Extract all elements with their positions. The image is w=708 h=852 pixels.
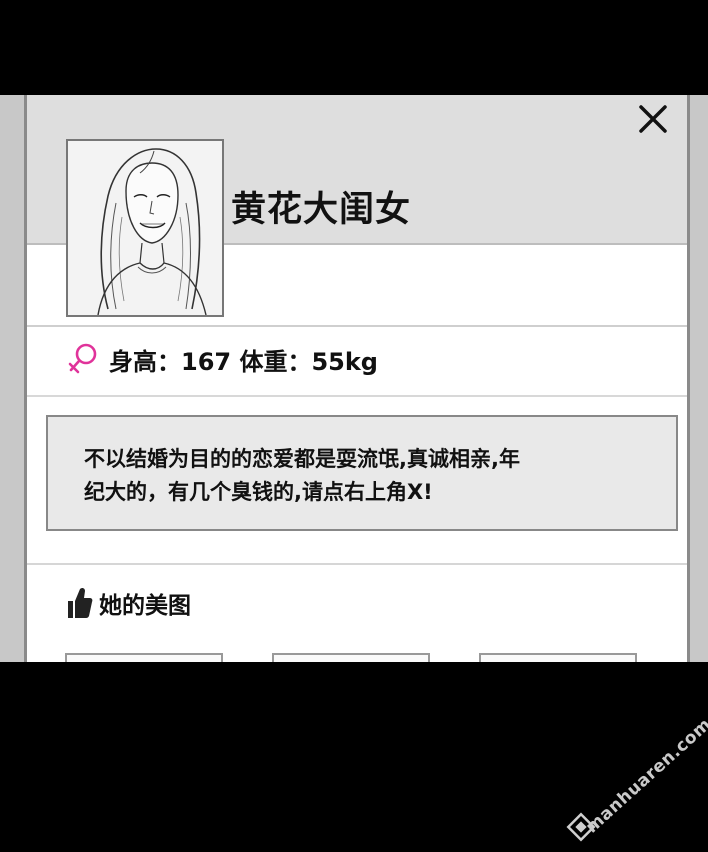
photo-thumbnail[interactable] — [479, 653, 637, 662]
photos-title: 她的美图 — [99, 593, 191, 619]
photo-thumbnail[interactable] — [272, 653, 430, 662]
profile-card: 黄花大闺女 身高：167 体重：55kg 不以结婚为目的的恋爱都是耍流氓,真诚相… — [27, 95, 687, 662]
right-frame-edge — [687, 95, 708, 662]
divider — [27, 395, 687, 397]
divider — [27, 563, 687, 565]
bio-line: 纪大的，有几个臭钱的,请点右上角X! — [84, 480, 433, 504]
photo-thumbnail[interactable] — [65, 653, 223, 662]
left-frame-edge — [0, 95, 27, 662]
profile-name: 黄花大闺女 — [231, 190, 412, 230]
watermark-text: manhuaren.com — [582, 714, 708, 838]
close-icon[interactable] — [633, 99, 673, 139]
thumbs-up-icon — [68, 587, 93, 618]
bio-box: 不以结婚为目的的恋爱都是耍流氓,真诚相亲,年 纪大的，有几个臭钱的,请点右上角X… — [46, 415, 678, 531]
profile-stats: 身高：167 体重：55kg — [67, 341, 378, 377]
avatar — [66, 139, 224, 317]
height-weight-text: 身高：167 体重：55kg — [109, 347, 378, 376]
bio-line: 不以结婚为目的的恋爱都是耍流氓,真诚相亲,年 — [84, 447, 520, 471]
watermark: manhuaren.com — [566, 712, 708, 842]
profile-panel: 黄花大闺女 身高：167 体重：55kg 不以结婚为目的的恋爱都是耍流氓,真诚相… — [0, 95, 708, 662]
divider — [27, 325, 687, 327]
female-symbol-icon — [68, 343, 97, 374]
photos-section-header: 她的美图 — [65, 585, 191, 621]
portrait-sketch-icon — [68, 141, 222, 315]
